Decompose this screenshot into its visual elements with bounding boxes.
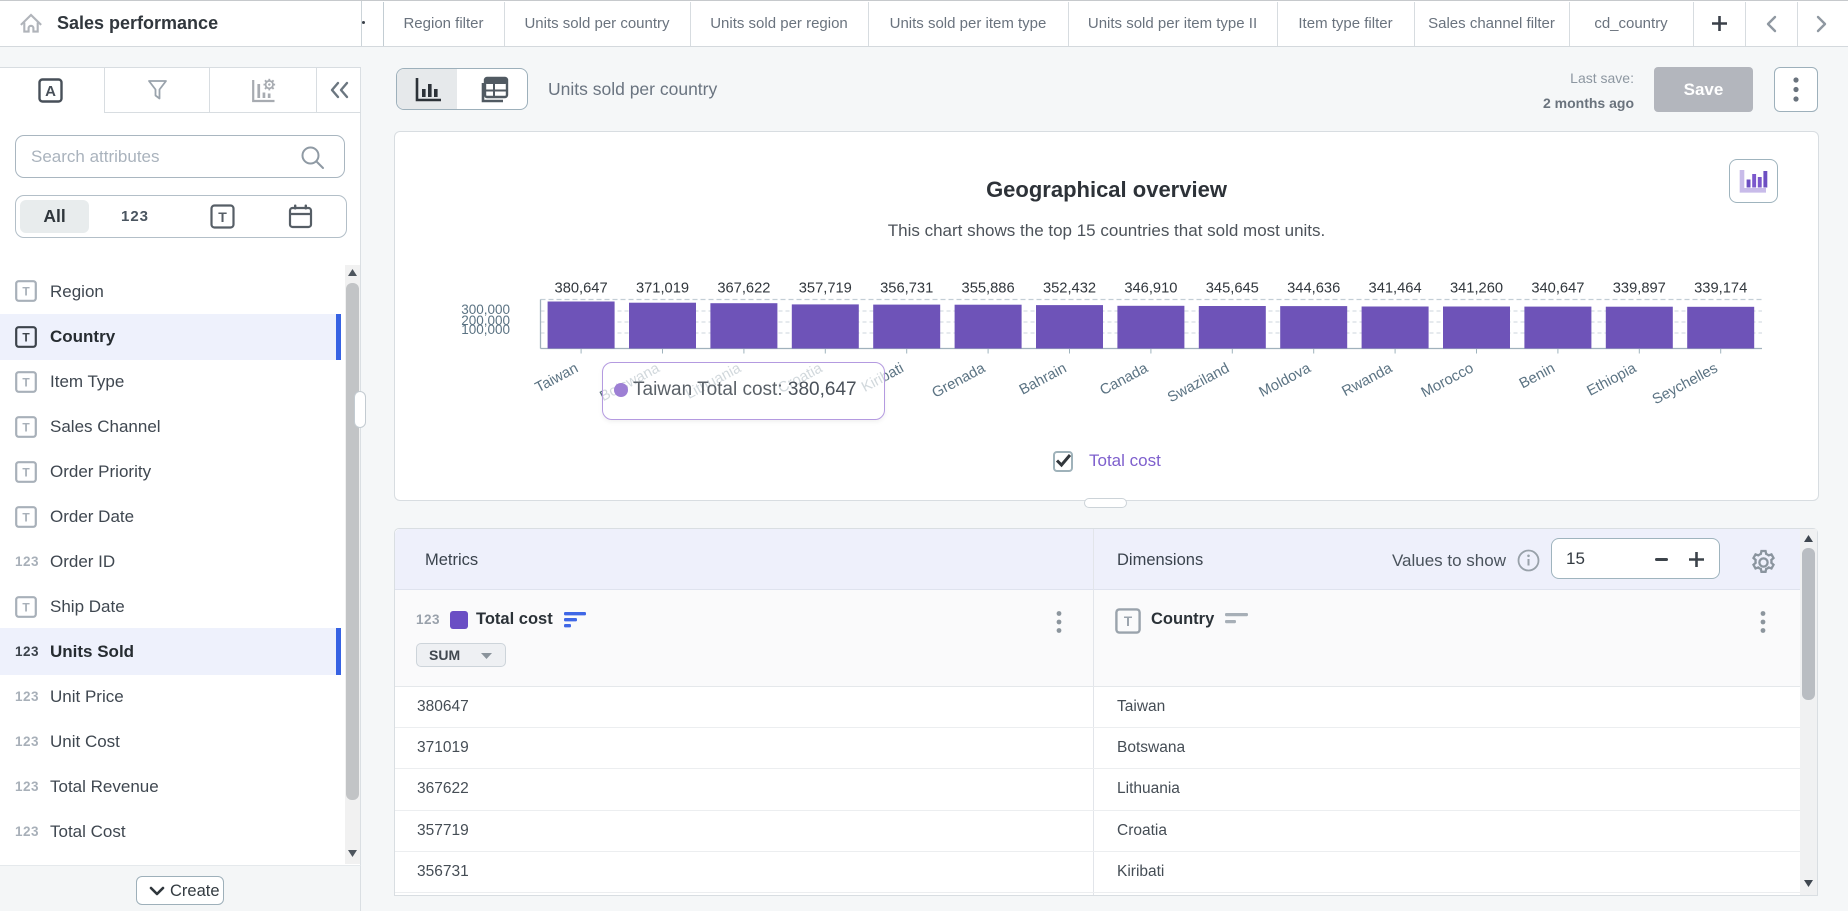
svg-text:T: T: [218, 209, 227, 225]
svg-text:341,464: 341,464: [1369, 281, 1422, 297]
svg-text:346,910: 346,910: [1124, 281, 1177, 297]
svg-text:T: T: [22, 600, 30, 614]
svg-text:Seychelles: Seychelles: [1650, 360, 1721, 408]
svg-text:T: T: [22, 420, 30, 434]
svg-text:Moldova: Moldova: [1257, 360, 1315, 401]
svg-text:Rwanda: Rwanda: [1340, 360, 1396, 400]
svg-text:357,719: 357,719: [799, 281, 852, 297]
svg-text:T: T: [22, 285, 30, 299]
svg-text:Morocco: Morocco: [1419, 360, 1477, 401]
svg-text:356,731: 356,731: [880, 281, 933, 297]
svg-text:T: T: [22, 330, 30, 344]
svg-text:Canada: Canada: [1097, 360, 1151, 399]
svg-text:340,647: 340,647: [1531, 281, 1584, 297]
svg-text:T: T: [1124, 614, 1133, 629]
svg-text:380,647: 380,647: [555, 281, 608, 297]
svg-text:Benin: Benin: [1517, 360, 1558, 392]
svg-text:Ethiopia: Ethiopia: [1584, 360, 1639, 400]
svg-text:344,636: 344,636: [1287, 281, 1340, 297]
svg-text:341,260: 341,260: [1450, 281, 1503, 297]
svg-text:352,432: 352,432: [1043, 281, 1096, 297]
svg-text:Bahrain: Bahrain: [1017, 360, 1070, 398]
svg-text:T: T: [22, 375, 30, 389]
svg-text:Grenada: Grenada: [930, 360, 989, 402]
svg-text:100,000: 100,000: [461, 322, 510, 337]
svg-text:345,645: 345,645: [1206, 281, 1259, 297]
svg-text:339,174: 339,174: [1694, 281, 1747, 297]
svg-text:339,897: 339,897: [1613, 281, 1666, 297]
svg-text:Taiwan: Taiwan: [533, 360, 581, 396]
svg-text:355,886: 355,886: [962, 281, 1015, 297]
svg-text:A: A: [45, 83, 56, 100]
svg-text:T: T: [22, 510, 30, 524]
svg-text:367,622: 367,622: [717, 281, 770, 297]
svg-text:Swaziland: Swaziland: [1165, 360, 1232, 406]
svg-text:371,019: 371,019: [636, 281, 689, 297]
svg-text:T: T: [22, 465, 30, 479]
